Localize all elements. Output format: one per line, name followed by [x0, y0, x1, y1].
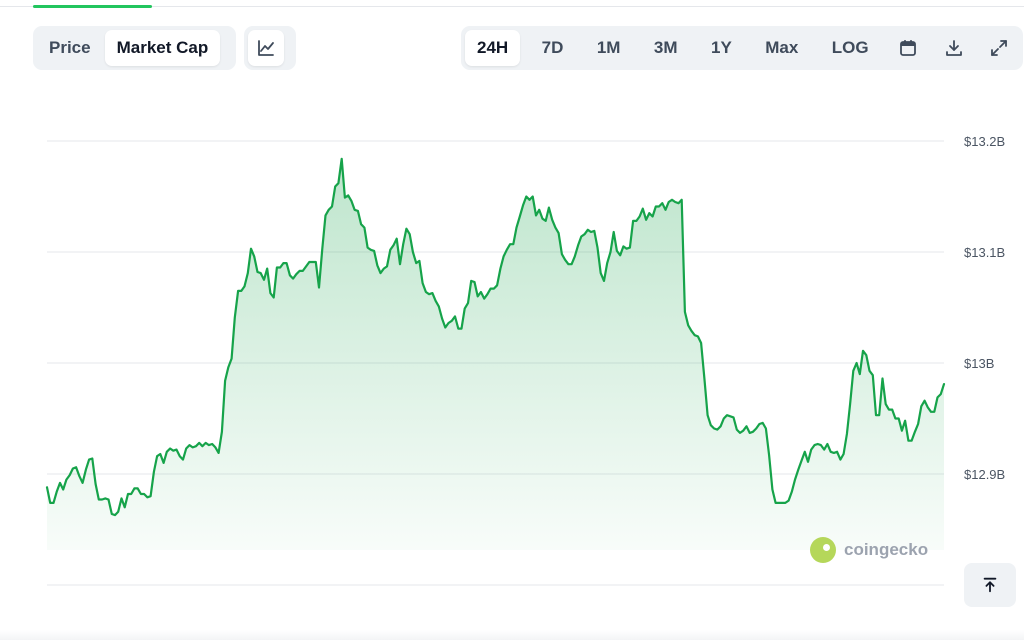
y-tick-label: $12.9B	[964, 467, 1005, 482]
arrow-up-icon	[983, 577, 997, 593]
y-tick-label: $13B	[964, 356, 994, 371]
scroll-to-top-button[interactable]	[964, 563, 1016, 607]
footer-edge	[0, 630, 1024, 640]
coingecko-watermark: coingecko	[810, 537, 928, 563]
y-tick-label: $13.2B	[964, 134, 1005, 149]
series-area	[47, 158, 944, 551]
watermark-text: coingecko	[844, 540, 929, 559]
coingecko-logo-icon	[810, 537, 836, 563]
y-tick-label: $13.1B	[964, 245, 1005, 260]
y-axis-labels: $13.2B $13.1B $13B $12.9B	[964, 134, 1005, 482]
